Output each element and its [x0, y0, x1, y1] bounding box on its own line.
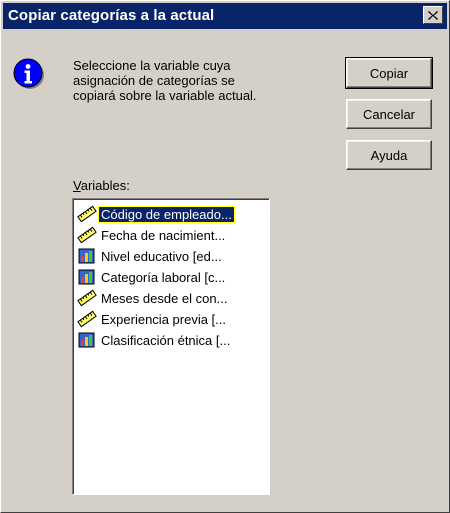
list-item-label: Categoría laboral [c... — [101, 269, 226, 285]
list-item-label: Código de empleado... — [98, 205, 235, 223]
variables-listbox[interactable]: Código de empleado... Fecha de nacimient… — [72, 198, 270, 495]
scale-ruler-icon — [77, 226, 97, 244]
instruction-text: Seleccione la variable cuya asignación d… — [73, 58, 313, 103]
window-title: Copiar categorías a la actual — [8, 7, 215, 24]
cancel-button[interactable]: Cancelar — [346, 99, 432, 129]
close-icon — [428, 10, 438, 20]
list-item-label: Nivel educativo [ed... — [101, 248, 222, 264]
help-button[interactable]: Ayuda — [346, 140, 432, 170]
variables-label: Variables: — [73, 178, 130, 193]
scale-ruler-icon — [77, 205, 97, 223]
variables-label-accelerator: V — [73, 178, 81, 193]
ordinal-bars-icon — [78, 269, 95, 285]
list-item[interactable]: Experiencia previa [... — [77, 309, 267, 329]
list-item-label: Fecha de nacimient... — [101, 227, 226, 243]
close-button[interactable] — [423, 6, 443, 24]
list-item[interactable]: Clasificación étnica [... — [77, 330, 267, 350]
list-item-label: Meses desde el con... — [101, 290, 228, 306]
list-item-label: Experiencia previa [... — [101, 311, 227, 327]
list-item[interactable]: Nivel educativo [ed... — [77, 246, 267, 266]
variables-label-text: ariables: — [80, 178, 130, 193]
list-item[interactable]: Meses desde el con... — [77, 288, 267, 308]
list-item[interactable]: Fecha de nacimient... — [77, 225, 267, 245]
instruction-line: asignación de categorías se — [73, 73, 235, 88]
title-bar[interactable]: Copiar categorías a la actual — [3, 3, 447, 29]
copy-categories-dialog: Copiar categorías a la actual Seleccione… — [0, 0, 450, 513]
instruction-line: copiará sobre la variable actual. — [73, 88, 257, 103]
scale-ruler-icon — [77, 289, 97, 307]
list-item-label: Clasificación étnica [... — [101, 332, 231, 348]
ordinal-bars-icon — [78, 332, 95, 348]
instruction-line: Seleccione la variable cuya — [73, 58, 231, 73]
list-item[interactable]: Categoría laboral [c... — [77, 267, 267, 287]
scale-ruler-icon — [77, 310, 97, 328]
copy-button[interactable]: Copiar — [345, 57, 433, 89]
ordinal-bars-icon — [78, 248, 95, 264]
info-icon — [13, 58, 44, 89]
list-item[interactable]: Código de empleado... — [77, 204, 267, 224]
